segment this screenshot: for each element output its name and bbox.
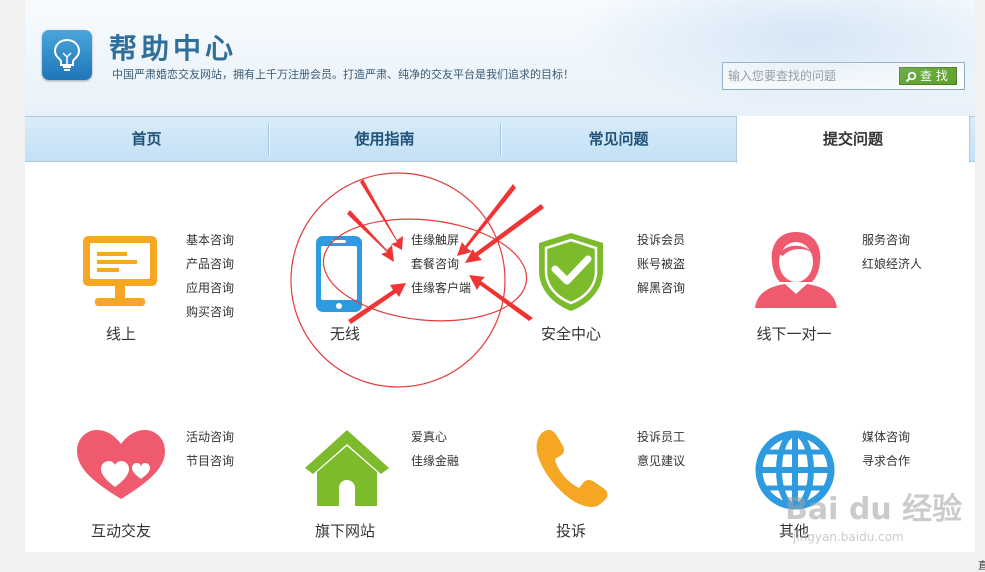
phone-icon[interactable] <box>314 234 364 314</box>
link-report-member[interactable]: 投诉会员 <box>637 228 685 252</box>
edge-glyph: 直 <box>978 561 985 572</box>
link-matchmaker[interactable]: 红娘经济人 <box>862 252 922 276</box>
page: 帮助中心 中国严肃婚恋交友网站，拥有上千万注册会员。打造严肃、纯净的交友平台是我… <box>0 0 985 572</box>
link-touch-screen[interactable]: 佳缘触屏 <box>411 228 459 252</box>
category-security[interactable]: 安全中心 <box>511 323 631 344</box>
category-online[interactable]: 线上 <box>61 323 181 344</box>
link-program-consult[interactable]: 节目咨询 <box>186 449 234 473</box>
link-aizhenxin[interactable]: 爱真心 <box>411 425 447 449</box>
page-title: 帮助中心 <box>109 32 238 65</box>
link-suggestion[interactable]: 意见建议 <box>637 449 685 473</box>
category-complaint[interactable]: 投诉 <box>511 520 631 541</box>
link-basic-consult[interactable]: 基本咨询 <box>186 228 234 252</box>
link-client-app[interactable]: 佳缘客户端 <box>411 276 471 300</box>
search-button-label: 查 找 <box>920 69 948 83</box>
search-box: 查 找 <box>722 62 965 90</box>
link-service-consult[interactable]: 服务咨询 <box>862 228 910 252</box>
search-input[interactable] <box>728 66 893 86</box>
tab-home[interactable]: 首页 <box>25 117 268 162</box>
link-purchase-consult[interactable]: 购买咨询 <box>186 300 234 324</box>
main-nav: 首页 使用指南 常见问题 提交问题 <box>25 116 975 163</box>
house-icon[interactable] <box>303 428 391 508</box>
shield-icon[interactable] <box>537 231 605 313</box>
header: 帮助中心 中国严肃婚恋交友网站，拥有上千万注册会员。打造严肃、纯净的交友平台是我… <box>25 0 975 116</box>
link-cooperation[interactable]: 寻求合作 <box>862 449 910 473</box>
help-center-frame: 帮助中心 中国严肃婚恋交友网站，拥有上千万注册会员。打造严肃、纯净的交友平台是我… <box>25 0 975 552</box>
tab-submit-question[interactable]: 提交问题 <box>736 116 970 163</box>
telephone-icon[interactable] <box>535 428 611 508</box>
watermark-url: jingyan.baidu.com <box>793 530 904 544</box>
search-button[interactable]: 查 找 <box>899 67 957 85</box>
category-sub-sites[interactable]: 旗下网站 <box>285 520 405 541</box>
link-media-consult[interactable]: 媒体咨询 <box>862 425 910 449</box>
tab-faq[interactable]: 常见问题 <box>501 117 736 162</box>
link-jiayuan-finance[interactable]: 佳缘金融 <box>411 449 459 473</box>
category-interactive[interactable]: 互动交友 <box>61 520 181 541</box>
category-offline[interactable]: 线下一对一 <box>734 323 854 344</box>
link-activity-consult[interactable]: 活动咨询 <box>186 425 234 449</box>
watermark-main: Bai du 经验 <box>785 492 963 527</box>
link-app-consult[interactable]: 应用咨询 <box>186 276 234 300</box>
hearts-icon[interactable] <box>75 427 167 503</box>
site-tagline: 中国严肃婚恋交友网站，拥有上千万注册会员。打造严肃、纯净的交友平台是我们追求的目… <box>112 68 574 81</box>
lightbulb-logo-icon <box>42 30 92 80</box>
monitor-icon[interactable] <box>81 233 161 313</box>
link-product-consult[interactable]: 产品咨询 <box>186 252 234 276</box>
search-icon <box>905 71 917 83</box>
person-icon[interactable] <box>753 230 839 310</box>
link-account-stolen[interactable]: 账号被盗 <box>637 252 685 276</box>
link-package-consult[interactable]: 套餐咨询 <box>411 252 459 276</box>
link-unblock-consult[interactable]: 解黑咨询 <box>637 276 685 300</box>
category-wireless[interactable]: 无线 <box>285 323 405 344</box>
link-report-staff[interactable]: 投诉员工 <box>637 425 685 449</box>
tab-guide[interactable]: 使用指南 <box>269 117 500 162</box>
